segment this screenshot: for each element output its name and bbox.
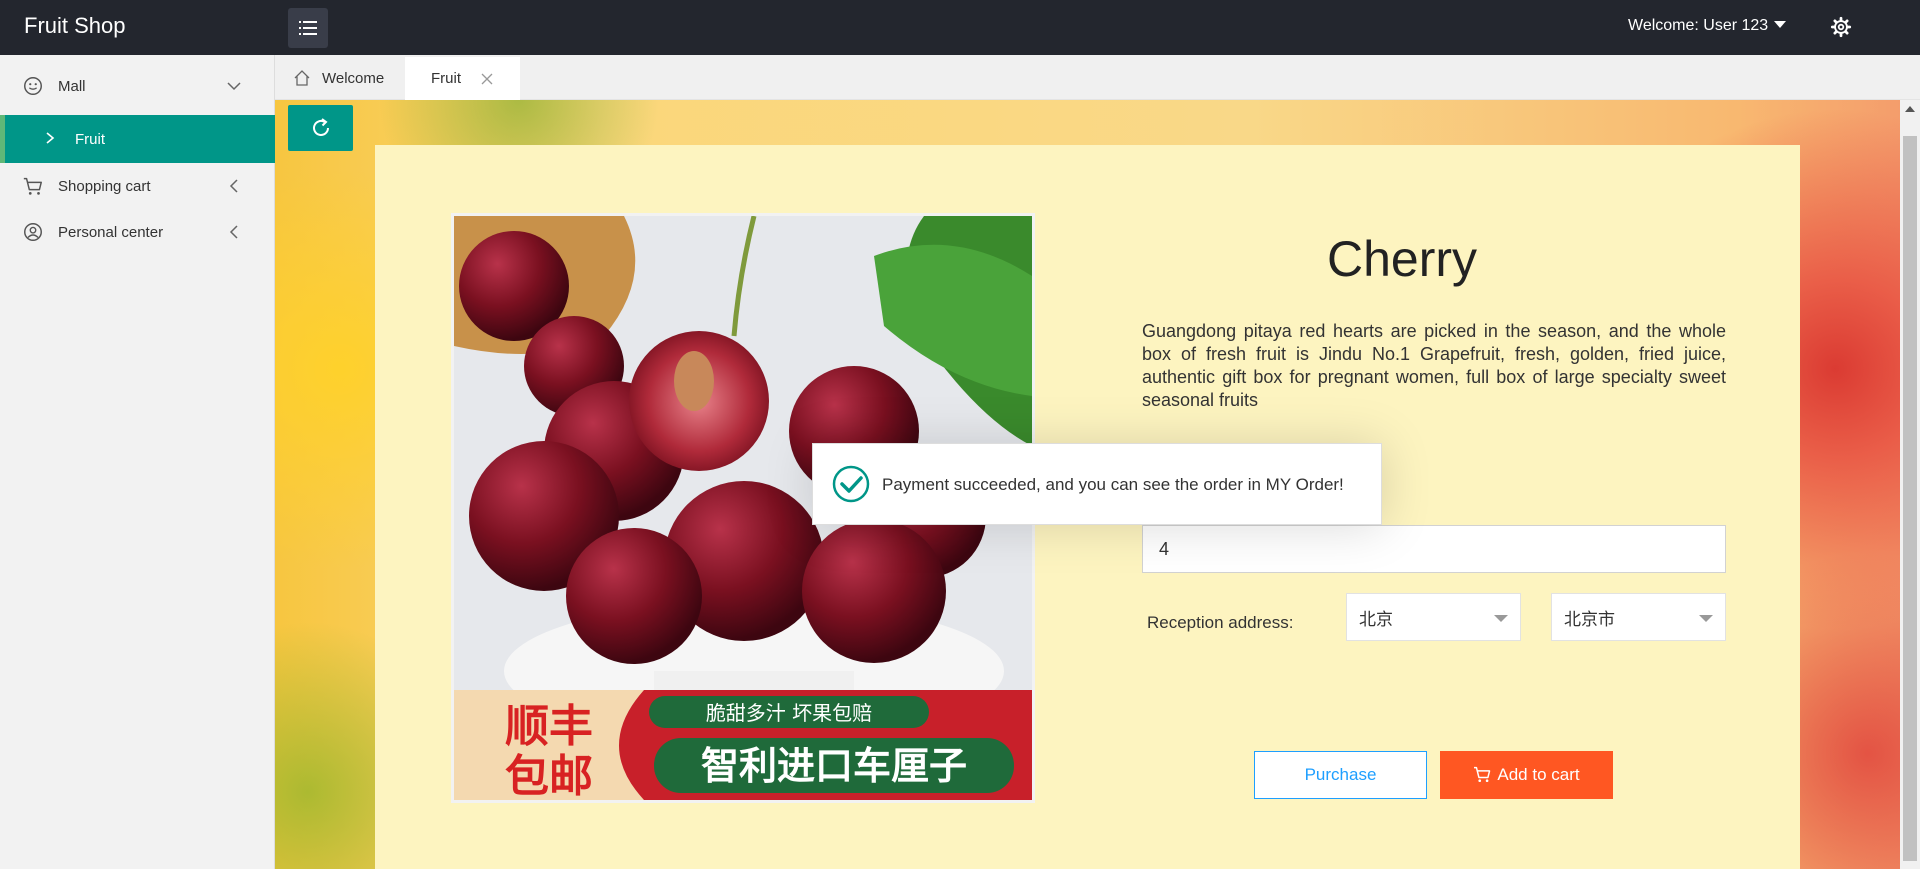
refresh-icon <box>312 118 329 136</box>
sidebar-item-label: Mall <box>58 77 86 95</box>
gear-icon[interactable] <box>1830 16 1852 38</box>
add-to-cart-label: Add to cart <box>1497 765 1580 784</box>
chevron-down-icon <box>227 82 241 91</box>
menu-toggle-button[interactable] <box>288 8 328 48</box>
refresh-button[interactable] <box>288 105 353 151</box>
product-title: Cherry <box>1326 231 1478 287</box>
sidebar-item-mall[interactable]: Mall <box>0 63 275 109</box>
chevron-right-icon <box>46 132 55 144</box>
content-scrollbar[interactable] <box>1900 100 1920 869</box>
tab-label: Fruit <box>431 70 461 87</box>
sidebar-item-personal-center[interactable]: Personal center <box>0 209 275 255</box>
dropdown-arrow-icon <box>1699 615 1713 622</box>
address-label: Reception address: <box>1147 613 1294 632</box>
user-icon <box>24 223 42 241</box>
cart-icon <box>23 177 42 195</box>
chevron-left-icon <box>229 179 238 193</box>
app-title: Fruit Shop <box>24 13 126 38</box>
toast-message: Payment succeeded, and you can see the o… <box>882 475 1344 494</box>
cart-icon <box>1474 766 1491 783</box>
sidebar-item-label: Shopping cart <box>58 177 151 195</box>
close-icon[interactable] <box>480 72 494 86</box>
check-circle-icon <box>832 465 870 503</box>
active-indicator <box>0 115 5 163</box>
dropdown-arrow-icon <box>1494 615 1508 622</box>
product-description: Guangdong pitaya red hearts are picked i… <box>1142 321 1726 410</box>
add-to-cart-button[interactable]: Add to cart <box>1440 751 1613 799</box>
sidebar-item-label: Fruit <box>75 130 105 148</box>
banner-top-text: 脆甜多汁 坏果包赔 <box>706 701 872 725</box>
sidebar-item-shopping-cart[interactable]: Shopping cart <box>0 163 275 209</box>
svg-text:包邮: 包邮 <box>505 751 593 800</box>
scroll-up-icon[interactable] <box>1905 106 1915 112</box>
banner-main-text: 智利进口车厘子 <box>701 744 967 788</box>
success-toast: Payment succeeded, and you can see the o… <box>812 443 1382 525</box>
smile-icon <box>24 77 42 95</box>
city-select[interactable]: 北京市 <box>1551 593 1726 641</box>
home-icon <box>294 70 310 86</box>
chevron-left-icon <box>229 225 238 239</box>
province-value: 北京 <box>1359 609 1393 629</box>
purchase-button[interactable]: Purchase <box>1254 751 1427 799</box>
quantity-input[interactable] <box>1142 525 1726 573</box>
tab-label: Welcome <box>322 70 385 87</box>
top-header: Fruit Shop Welcome: User 123 <box>0 0 1920 55</box>
tab-fruit[interactable]: Fruit <box>405 57 520 100</box>
sidebar-item-fruit[interactable]: Fruit <box>0 115 275 163</box>
sidebar: Mall Fruit Shopping cart Personal center <box>0 55 275 869</box>
purchase-label: Purchase <box>1304 765 1377 784</box>
welcome-text: Welcome: User 123 <box>1628 17 1769 34</box>
list-icon <box>299 21 317 35</box>
caret-down-icon <box>1774 21 1787 28</box>
city-value: 北京市 <box>1564 609 1615 629</box>
tab-welcome[interactable]: Welcome <box>275 57 403 100</box>
main-content: 顺丰 包邮 脆甜多汁 坏果包赔 智利进口车厘子 Cherry Guangdong… <box>275 100 1900 869</box>
scroll-thumb[interactable] <box>1903 136 1917 861</box>
user-menu[interactable]: Welcome: User 123 <box>1628 17 1787 35</box>
banner-left-text: 顺丰 <box>505 701 593 752</box>
province-select[interactable]: 北京 <box>1346 593 1521 641</box>
tab-bar: Welcome Fruit <box>275 55 1920 100</box>
sidebar-item-label: Personal center <box>58 223 164 241</box>
